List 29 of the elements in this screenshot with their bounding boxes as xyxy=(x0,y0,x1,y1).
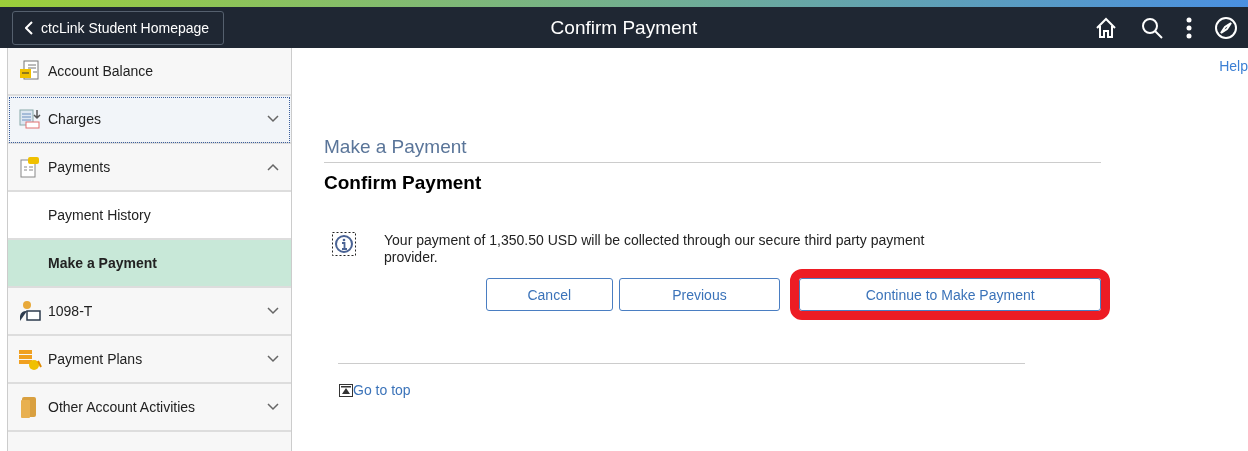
page-subtitle: Make a Payment xyxy=(324,136,1101,163)
back-chevron-icon xyxy=(25,20,33,35)
action-button[interactable]: Previous xyxy=(618,278,781,311)
chevron-down-icon[interactable] xyxy=(267,355,279,363)
back-button[interactable]: ctcLink Student Homepage xyxy=(12,10,225,45)
search-icon[interactable] xyxy=(1140,15,1164,40)
sidebar-item[interactable]: Charges xyxy=(8,96,291,144)
card-document-icon xyxy=(18,155,42,179)
page-title: Confirm Payment xyxy=(550,16,698,38)
go-to-top-link[interactable]: Go to top xyxy=(353,382,411,398)
action-button[interactable]: Cancel xyxy=(486,278,613,311)
coins-icon xyxy=(18,347,42,371)
go-to-top-icon[interactable] xyxy=(339,383,353,397)
chevron-up-icon[interactable] xyxy=(267,163,279,171)
document-icon xyxy=(18,59,42,83)
sidebar-subitem[interactable]: Payment History xyxy=(8,192,291,240)
chevron-down-icon[interactable] xyxy=(267,403,279,411)
chevron-down-icon[interactable] xyxy=(267,115,279,123)
page-heading: Confirm Payment xyxy=(324,172,483,194)
info-icon xyxy=(332,232,356,256)
help-link[interactable]: Help xyxy=(1219,58,1248,74)
list-download-icon xyxy=(18,107,42,131)
payment-message: Your payment of 1,350.50 USD will be collected through our secure third party payment provider. xyxy=(384,232,926,266)
sidebar-subitem[interactable]: Make a Payment xyxy=(8,240,291,288)
menu-icon[interactable] xyxy=(1186,16,1192,39)
compass-icon[interactable] xyxy=(1214,15,1238,40)
chevron-down-icon[interactable] xyxy=(267,307,279,315)
home-icon[interactable] xyxy=(1094,15,1118,40)
person-monitor-icon xyxy=(18,299,42,323)
